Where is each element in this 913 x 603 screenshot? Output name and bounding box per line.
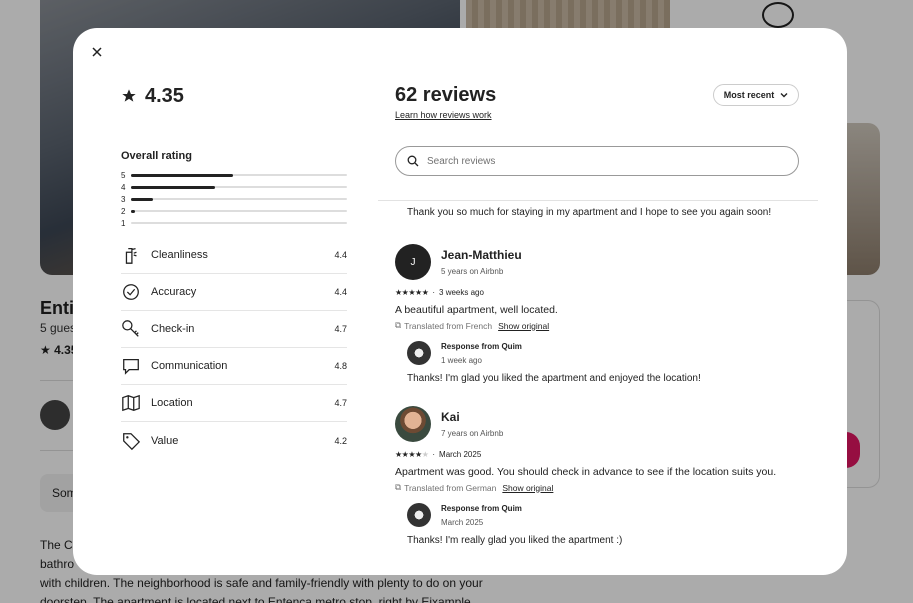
category-communication: Communication 4.8: [121, 348, 347, 385]
review-date: 3 weeks ago: [439, 288, 484, 297]
rating-bar-star-label: 2: [121, 206, 126, 216]
category-value: 4.4: [334, 287, 347, 297]
search-icon: [407, 155, 419, 167]
sort-dropdown[interactable]: Most recent: [713, 84, 799, 106]
category-ratings: Cleanliness 4.4 Accuracy 4.4 Check-in 4.7 Comm…: [121, 237, 347, 459]
divider: [378, 200, 818, 201]
review-date: March 2025: [439, 450, 482, 459]
response-date: 1 week ago: [441, 355, 482, 365]
host-response: Response from Quim March 2025 Thanks! I'…: [395, 503, 805, 546]
translate-icon: ⧉: [395, 320, 402, 330]
spray-bottle-icon: [121, 245, 151, 265]
search-reviews-field[interactable]: [395, 146, 799, 176]
host-response: Response from Quim 1 week ago Thanks! I'…: [395, 341, 805, 384]
rating-bar-track: [131, 209, 347, 213]
close-button[interactable]: [87, 42, 107, 62]
rating-distribution: 5 4 3 2 1: [121, 169, 347, 229]
host-avatar[interactable]: [407, 503, 431, 527]
rating-bar-4: 4: [121, 181, 347, 193]
category-value: 4.2: [334, 435, 347, 446]
previous-host-response: Thank you so much for staying in my apar…: [407, 207, 772, 218]
reviews-list[interactable]: Thank you so much for staying in my apar…: [395, 206, 805, 546]
rating-bar-5: 5: [121, 169, 347, 181]
show-original-link[interactable]: Show original: [502, 483, 553, 493]
reviewer-avatar[interactable]: J: [395, 244, 431, 280]
category-value: 4.7: [334, 324, 347, 334]
star-icon: [122, 89, 136, 102]
review-item: Kai 7 years on Airbnb ★★★★★ · March 2025…: [395, 406, 805, 546]
review-text: A beautiful apartment, well located.: [395, 304, 558, 316]
learn-how-reviews-work-link[interactable]: Learn how reviews work: [395, 110, 492, 120]
rating-bar-star-label: 5: [121, 170, 126, 180]
host-avatar[interactable]: [407, 341, 431, 365]
category-value: 4.8: [334, 361, 347, 371]
category-label: Cleanliness: [151, 249, 208, 261]
rating-summary: 4.35 Overall rating 5 4 3 2 1 Cleanliness 4.4…: [121, 84, 347, 459]
category-label: Accuracy: [151, 286, 197, 298]
overall-rating-label: Overall rating: [121, 150, 192, 162]
category-value: Value 4.2: [121, 422, 347, 459]
response-title: Response from Quim: [441, 341, 522, 351]
rating-bar-track: [131, 222, 347, 224]
translate-icon: ⧉: [395, 482, 402, 492]
reviewer-name: Jean-Matthieu: [441, 248, 522, 262]
rating-bar-fill: [131, 173, 233, 177]
reviews-count-title: 62 reviews: [395, 84, 497, 106]
search-input[interactable]: [427, 155, 767, 167]
rating-bar-2: 2: [121, 205, 347, 217]
check-circle-icon: [121, 282, 151, 302]
rating-bar-3: 3: [121, 193, 347, 205]
category-cleanliness: Cleanliness 4.4: [121, 237, 347, 274]
key-icon: [121, 319, 151, 339]
review-stars: ★★★★★: [395, 288, 429, 297]
rating-bar-track: [131, 173, 347, 177]
response-title: Response from Quim: [441, 503, 522, 513]
category-value: 4.4: [334, 250, 347, 260]
reviewer-tenure: 7 years on Airbnb: [441, 429, 504, 438]
category-label: Location: [151, 397, 193, 409]
rating-bar-star-label: 3: [121, 194, 126, 204]
response-text: Thanks! I'm really glad you liked the ap…: [407, 535, 623, 546]
tag-icon: [121, 431, 151, 451]
rating-bar-fill: [131, 209, 136, 213]
rating-bar-star-label: 4: [121, 182, 126, 192]
rating-bar-star-label: 1: [121, 218, 126, 228]
category-label: Check-in: [151, 323, 195, 335]
rating-bar-track: [131, 197, 347, 201]
category-label: Value: [151, 434, 179, 447]
chevron-down-icon: [780, 93, 788, 98]
map-icon: [121, 393, 151, 413]
rating-bar-fill: [131, 197, 153, 201]
reviews-modal: 4.35 Overall rating 5 4 3 2 1 Cleanliness 4.4…: [73, 28, 847, 575]
rating-bar-1: 1: [121, 217, 347, 229]
sort-label: Most recent: [723, 90, 775, 100]
review-text: Apartment was good. You should check in …: [395, 466, 777, 478]
translated-from-label: Translated from French: [404, 320, 493, 331]
category-label: Communication: [151, 360, 228, 372]
reviewer-tenure: 5 years on Airbnb: [441, 267, 504, 276]
response-date: March 2025: [441, 517, 484, 527]
translation-note: ⧉ Translated from French Show original: [395, 320, 805, 331]
translation-note: ⧉ Translated from German Show original: [395, 482, 805, 493]
overall-rating-value: 4.35: [145, 84, 184, 107]
show-original-link[interactable]: Show original: [498, 321, 549, 331]
category-accuracy: Accuracy 4.4: [121, 274, 347, 311]
rating-bar-fill: [131, 185, 216, 189]
category-location: Location 4.7: [121, 385, 347, 422]
translated-from-label: Translated from German: [404, 482, 497, 493]
response-text: Thanks! I'm glad you liked the apartment…: [407, 373, 701, 384]
chat-bubble-icon: [121, 356, 151, 376]
close-icon: [92, 47, 102, 57]
review-stars: ★★★★★: [395, 450, 429, 459]
rating-bar-track: [131, 185, 347, 189]
reviewer-name: Kai: [441, 410, 460, 424]
category-value: 4.7: [334, 398, 347, 408]
reviews-panel: 62 reviews Learn how reviews work Most r…: [378, 28, 818, 575]
review-item: J Jean-Matthieu 5 years on Airbnb ★★★★★ …: [395, 244, 805, 384]
overall-rating-header: 4.35: [121, 84, 347, 108]
reviewer-avatar[interactable]: [395, 406, 431, 442]
category-check-in: Check-in 4.7: [121, 311, 347, 348]
